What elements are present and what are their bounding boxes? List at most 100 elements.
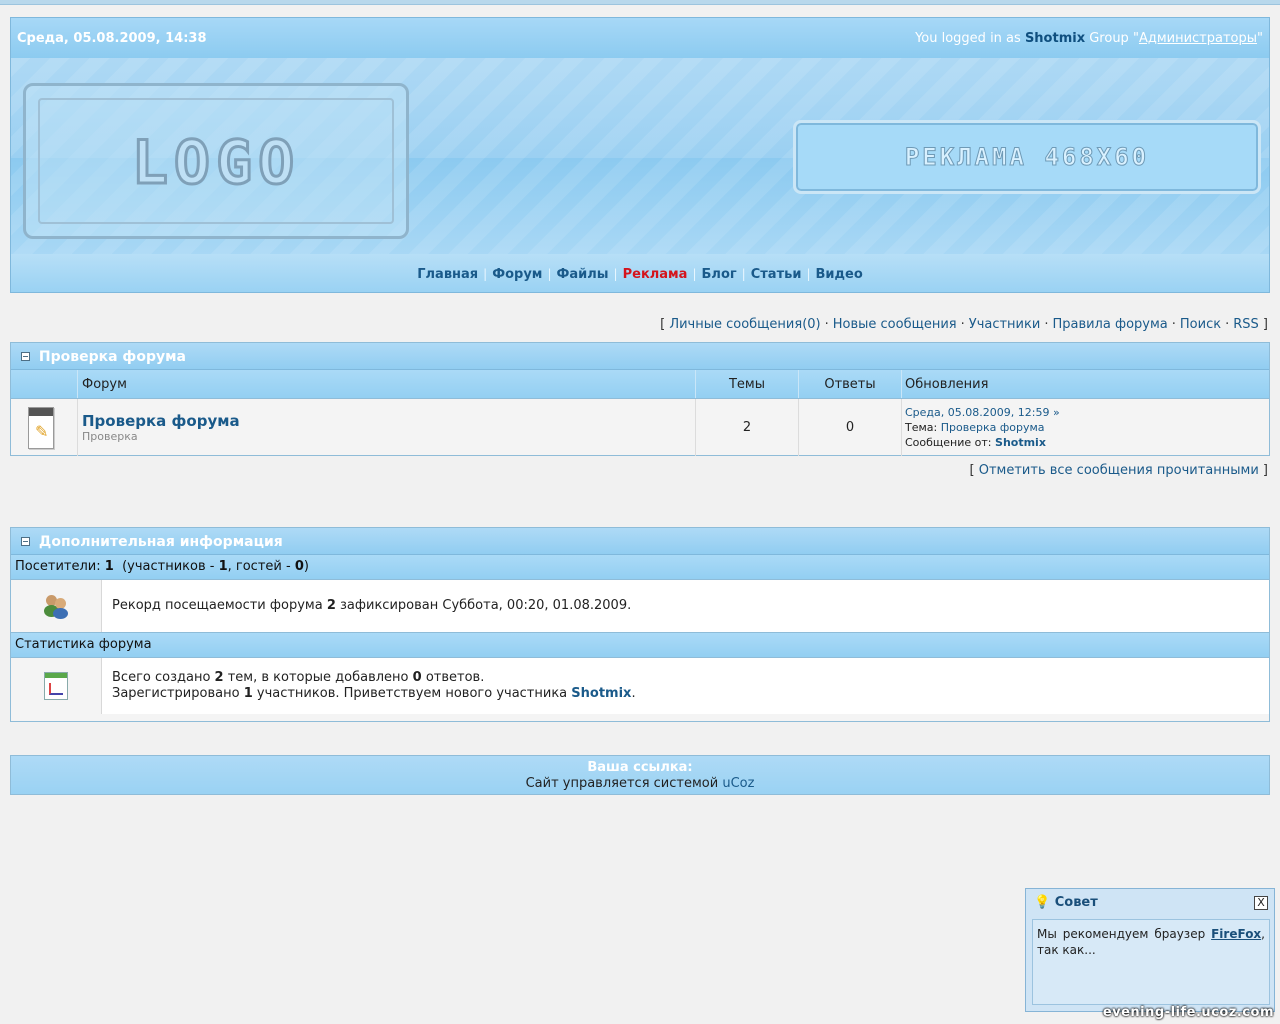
topic-label: Тема:	[905, 421, 938, 434]
forum-table: Форум Темы Ответы Обновления Проверка фо…	[11, 370, 1269, 456]
forum-top-links: [ Личные сообщения(0) · Новые сообщения · Уч…	[660, 317, 1268, 332]
link-separator: ·	[1171, 317, 1176, 332]
go-arrow-icon[interactable]: »	[1053, 406, 1060, 419]
link-search[interactable]: Поиск	[1180, 317, 1221, 332]
users-icon	[44, 593, 68, 619]
record-text-part: зафиксирован Суббота, 00:20, 01.08.2009.	[340, 598, 632, 613]
nav-separator: |	[483, 267, 488, 281]
link-new-messages[interactable]: Новые сообщения	[833, 317, 957, 332]
stats-row: Всего создано 2 тем, в которые добавлено…	[11, 658, 1269, 714]
forum-stats-heading: Статистика форума	[11, 633, 1269, 658]
stats-text-part: .	[631, 686, 636, 701]
visitors-line: Посетители: 1 (участников - 1, гостей - …	[11, 555, 1269, 580]
tip-popup: 💡 Совет X Мы рекомендуем браузер FireFox…	[1025, 888, 1275, 1012]
mark-all-read-link[interactable]: Отметить все сообщения прочитанными	[979, 463, 1259, 478]
nav-item-video[interactable]: Видео	[815, 267, 862, 282]
visitors-detail: , гостей -	[227, 559, 291, 574]
col-icon	[11, 370, 78, 399]
tip-header: 💡 Совет	[1026, 889, 1274, 917]
bracket-close: ]	[1262, 317, 1268, 332]
collapse-icon[interactable]	[21, 537, 30, 546]
nav-item-home[interactable]: Главная	[417, 267, 478, 282]
site-logo[interactable]: LOGO	[23, 83, 409, 239]
info-title-bar: Дополнительная информация	[11, 528, 1269, 555]
stats-text: Всего создано 2 тем, в которые добавлено…	[102, 658, 636, 714]
forum-category-block: Проверка форума Форум Темы Ответы Обновл…	[10, 342, 1270, 456]
firefox-link[interactable]: FireFox	[1211, 927, 1261, 941]
username-link[interactable]: Shotmix	[1025, 31, 1085, 46]
lightbulb-icon: 💡	[1034, 895, 1051, 910]
last-author-link[interactable]: Shotmix	[995, 436, 1046, 449]
bracket-open: [	[660, 317, 666, 332]
stats-members-count: 1	[243, 686, 253, 701]
members-online-count: 1	[218, 559, 228, 574]
link-rss[interactable]: RSS	[1233, 317, 1259, 332]
forum-name-link[interactable]: Проверка форума	[82, 412, 240, 430]
group-suffix: "	[1257, 31, 1263, 46]
powered-by-text: Сайт управляется системой	[525, 776, 719, 791]
link-separator: ·	[1225, 317, 1230, 332]
stats-text-part: участников. Приветствуем нового участник…	[256, 686, 568, 701]
link-separator: ·	[960, 317, 965, 332]
newest-member-link[interactable]: Shotmix	[571, 686, 631, 701]
visitors-detail: )	[303, 559, 309, 574]
last-post-date-link[interactable]: Среда, 05.08.2009, 12:59	[905, 406, 1049, 419]
col-replies: Ответы	[798, 370, 902, 399]
col-topics: Темы	[695, 370, 799, 399]
nav-item-ads[interactable]: Реклама	[623, 267, 688, 282]
forum-name-cell: Проверка форума Проверка	[77, 398, 696, 456]
link-separator: ·	[824, 317, 829, 332]
nav-item-files[interactable]: Файлы	[556, 267, 608, 282]
site-watermark: evening-life.ucoz.com	[1102, 1005, 1274, 1020]
forum-document-icon	[28, 406, 54, 449]
stats-text-part: Всего создано	[112, 670, 211, 685]
ad-banner[interactable]: РЕКЛАМА 468X60	[793, 120, 1261, 194]
stats-icon-cell	[11, 658, 102, 714]
last-topic-link[interactable]: Проверка форума	[941, 421, 1045, 434]
nav-item-blog[interactable]: Блог	[702, 267, 737, 282]
forum-topics-count: 2	[695, 398, 799, 456]
link-members[interactable]: Участники	[969, 317, 1041, 332]
record-count: 2	[326, 598, 336, 613]
ucoz-link[interactable]: uCoz	[722, 776, 754, 791]
link-private-messages[interactable]: Личные сообщения(0)	[669, 317, 820, 332]
record-icon-cell	[11, 580, 102, 632]
message-from-label: Сообщение от:	[905, 436, 992, 449]
collapse-icon[interactable]	[21, 352, 30, 361]
nav-separator: |	[741, 267, 746, 281]
nav-separator: |	[692, 267, 697, 281]
forum-icon-cell	[11, 398, 78, 456]
col-updates: Обновления	[901, 370, 1269, 399]
tip-text: Мы рекомендуем браузер	[1037, 927, 1206, 941]
forum-replies-count: 0	[798, 398, 902, 456]
forum-description: Проверка	[82, 430, 138, 443]
stats-text-part: ответов.	[425, 670, 485, 685]
tip-body: Мы рекомендуем браузер FireFox, так как.…	[1032, 919, 1270, 1005]
stats-text-part: тем, в которые добавлено	[227, 670, 409, 685]
guests-count: 0	[294, 559, 304, 574]
logged-prefix: You logged in as	[915, 31, 1021, 46]
group-link[interactable]: Администраторы	[1139, 31, 1257, 46]
nav-item-forum[interactable]: Форум	[492, 267, 542, 282]
site-footer: Ваша ссылка: Сайт управляется системой u…	[10, 755, 1270, 795]
category-title-bar: Проверка форума	[11, 343, 1269, 370]
category-title: Проверка форума	[38, 349, 186, 365]
mark-all-read: [ Отметить все сообщения прочитанными ]	[969, 463, 1268, 478]
table-row: Проверка форума Проверка 2 0 Среда, 05.0…	[11, 398, 1269, 456]
stats-replies-count: 0	[412, 670, 422, 685]
nav-separator: |	[613, 267, 618, 281]
visitors-label: Посетители:	[15, 559, 101, 574]
close-icon[interactable]: X	[1254, 896, 1268, 910]
link-forum-rules[interactable]: Правила форума	[1052, 317, 1167, 332]
stats-text-part: Зарегистрировано	[112, 686, 240, 701]
record-row: Рекорд посещаемости форума 2 зафиксирова…	[11, 580, 1269, 633]
logo-text: LOGO	[130, 127, 301, 200]
stats-chart-icon	[44, 672, 68, 700]
tip-title: Совет	[1054, 895, 1098, 910]
col-forum: Форум	[77, 370, 696, 399]
nav-item-articles[interactable]: Статьи	[751, 267, 802, 282]
nav-separator: |	[547, 267, 552, 281]
site-header: Среда, 05.08.2009, 14:38 You logged in a…	[10, 17, 1270, 293]
forum-table-header: Форум Темы Ответы Обновления	[11, 370, 1269, 399]
footer-powered-by: Сайт управляется системой uCoz	[11, 776, 1269, 791]
